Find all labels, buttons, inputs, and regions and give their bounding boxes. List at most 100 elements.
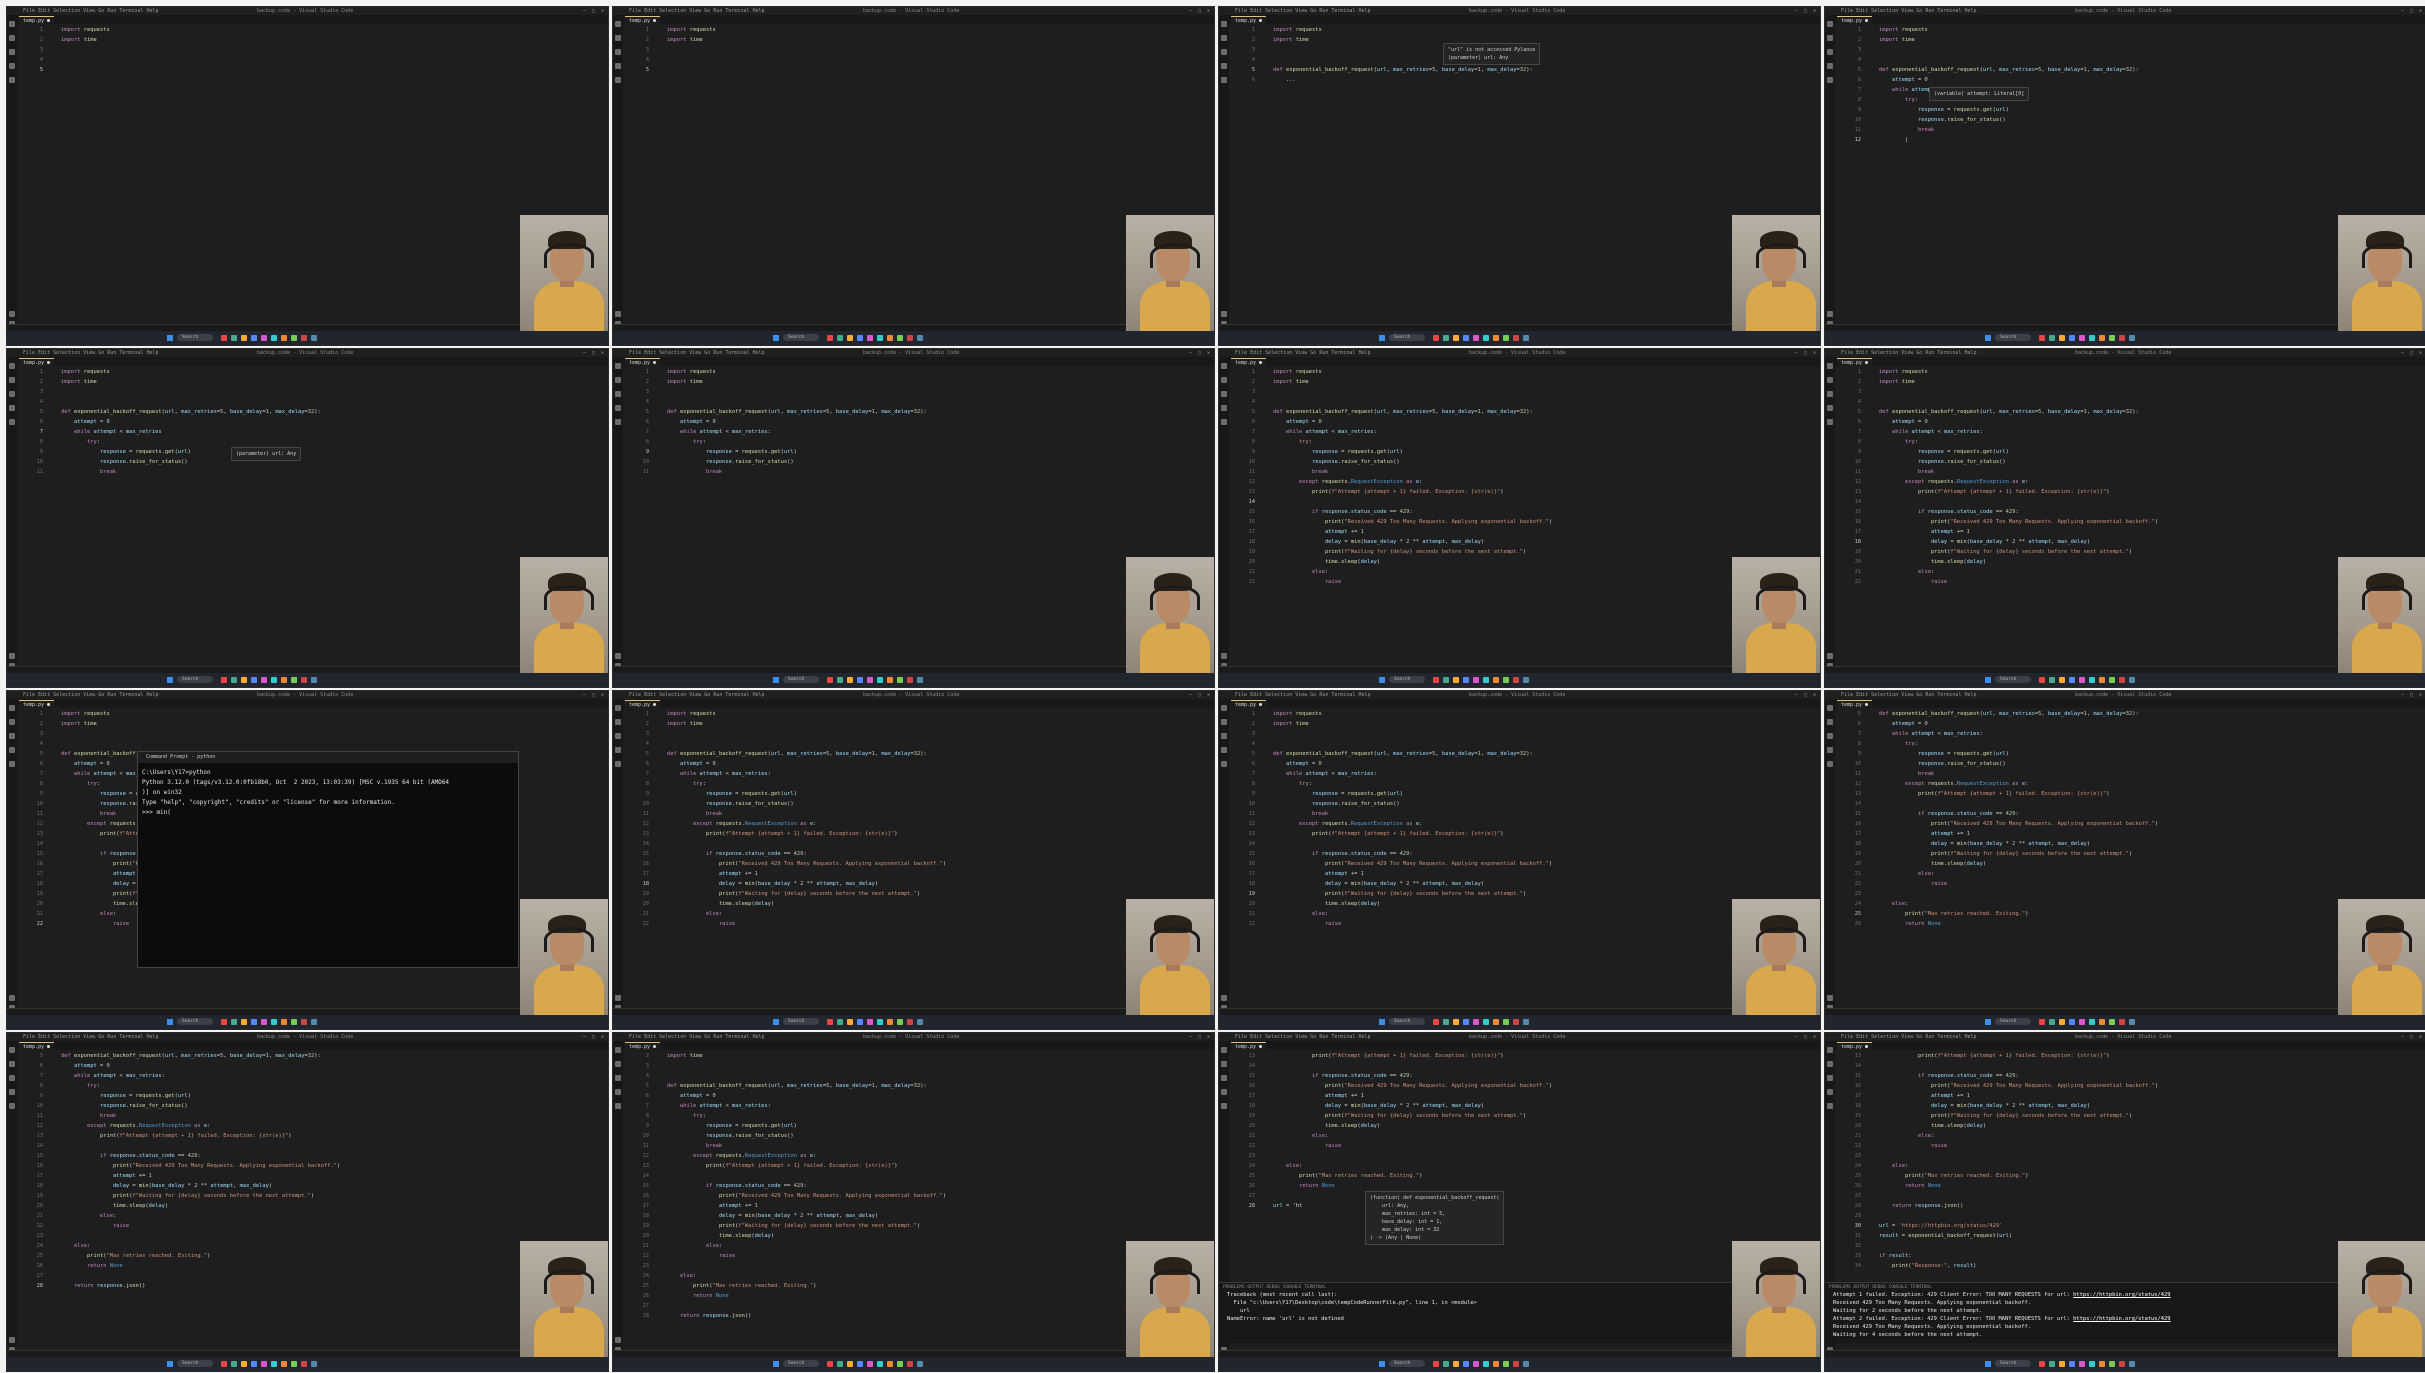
taskbar-app-icon[interactable] — [827, 335, 833, 341]
taskbar-app-icon[interactable] — [1463, 677, 1469, 683]
taskbar-app-icon[interactable] — [281, 1019, 287, 1025]
source-control-icon[interactable] — [1827, 733, 1833, 739]
taskbar-app-icon[interactable] — [281, 1361, 287, 1367]
source-control-icon[interactable] — [9, 49, 15, 55]
minimize-button[interactable]: – — [583, 8, 586, 14]
taskbar-app-icon[interactable] — [2049, 335, 2055, 341]
search-icon[interactable] — [1827, 1061, 1833, 1067]
account-icon[interactable] — [9, 1337, 15, 1343]
menu-item-file[interactable]: File — [1841, 350, 1856, 356]
explorer-icon[interactable] — [1221, 21, 1227, 27]
menu-item-selection[interactable]: Selection — [53, 692, 83, 698]
taskbar-app-icon[interactable] — [917, 335, 923, 341]
taskbar-app-icon[interactable] — [2039, 1019, 2045, 1025]
source-control-icon[interactable] — [615, 391, 621, 397]
taskbar-app-icon[interactable] — [301, 1019, 307, 1025]
maximize-button[interactable]: □ — [1198, 350, 1201, 356]
taskbar-app-icon[interactable] — [2109, 1361, 2115, 1367]
menu-item-file[interactable]: File — [1841, 8, 1856, 14]
menu-item-edit[interactable]: Edit — [1250, 350, 1265, 356]
maximize-button[interactable]: □ — [2410, 350, 2413, 356]
taskbar-app-icon[interactable] — [847, 677, 853, 683]
menu-item-selection[interactable]: Selection — [659, 350, 689, 356]
menu-item-go[interactable]: Go — [98, 692, 107, 698]
menu-item-file[interactable]: File — [23, 1034, 38, 1040]
taskbar-app-icon[interactable] — [1513, 677, 1519, 683]
menu-item-view[interactable]: View — [83, 1034, 98, 1040]
windows-start-icon[interactable] — [167, 1361, 173, 1367]
menu-item-edit[interactable]: Edit — [1856, 350, 1871, 356]
taskbar-search-box[interactable]: Search — [177, 1018, 213, 1025]
run-debug-icon[interactable] — [615, 1089, 621, 1095]
taskbar-app-icon[interactable] — [231, 1361, 237, 1367]
menu-item-help[interactable]: Help — [146, 1034, 158, 1040]
taskbar-app-icon[interactable] — [2109, 1019, 2115, 1025]
taskbar-app-icon[interactable] — [2079, 1361, 2085, 1367]
taskbar-app-icon[interactable] — [301, 677, 307, 683]
explorer-icon[interactable] — [1827, 363, 1833, 369]
taskbar-app-icon[interactable] — [311, 677, 317, 683]
menu-item-run[interactable]: Run — [713, 692, 725, 698]
taskbar-app-icon[interactable] — [1513, 1361, 1519, 1367]
taskbar-app-icon[interactable] — [271, 1361, 277, 1367]
windows-start-icon[interactable] — [773, 1019, 779, 1025]
explorer-icon[interactable] — [1827, 21, 1833, 27]
taskbar-app-icon[interactable] — [1503, 1019, 1509, 1025]
taskbar-app-icon[interactable] — [897, 677, 903, 683]
taskbar-app-icon[interactable] — [241, 1361, 247, 1367]
menu-item-go[interactable]: Go — [1916, 1034, 1925, 1040]
run-debug-icon[interactable] — [1221, 1089, 1227, 1095]
maximize-button[interactable]: □ — [2410, 692, 2413, 698]
menu-item-run[interactable]: Run — [1319, 1034, 1331, 1040]
maximize-button[interactable]: □ — [1804, 1034, 1807, 1040]
taskbar-app-icon[interactable] — [231, 677, 237, 683]
menu-item-go[interactable]: Go — [98, 1034, 107, 1040]
menu-item-view[interactable]: View — [83, 692, 98, 698]
windows-start-icon[interactable] — [1379, 335, 1385, 341]
search-icon[interactable] — [615, 377, 621, 383]
taskbar-app-icon[interactable] — [291, 335, 297, 341]
menu-item-edit[interactable]: Edit — [1856, 1034, 1871, 1040]
taskbar-app-icon[interactable] — [1483, 335, 1489, 341]
close-button[interactable]: ✕ — [601, 1034, 604, 1040]
close-button[interactable]: ✕ — [2419, 8, 2422, 14]
menu-item-help[interactable]: Help — [1358, 8, 1370, 14]
search-icon[interactable] — [1221, 35, 1227, 41]
menu-item-run[interactable]: Run — [713, 350, 725, 356]
taskbar-app-icon[interactable] — [1483, 1019, 1489, 1025]
source-control-icon[interactable] — [1827, 391, 1833, 397]
menu-item-file[interactable]: File — [629, 692, 644, 698]
maximize-button[interactable]: □ — [592, 8, 595, 14]
menu-item-run[interactable]: Run — [713, 8, 725, 14]
search-icon[interactable] — [9, 719, 15, 725]
taskbar-app-icon[interactable] — [1493, 1361, 1499, 1367]
taskbar-app-icon[interactable] — [877, 335, 883, 341]
taskbar-search-box[interactable]: Search — [177, 334, 213, 341]
taskbar-app-icon[interactable] — [887, 335, 893, 341]
taskbar-app-icon[interactable] — [1443, 335, 1449, 341]
taskbar-app-icon[interactable] — [261, 335, 267, 341]
menu-item-view[interactable]: View — [689, 692, 704, 698]
taskbar-app-icon[interactable] — [897, 1019, 903, 1025]
menu-item-help[interactable]: Help — [752, 350, 764, 356]
taskbar-app-icon[interactable] — [2039, 677, 2045, 683]
explorer-icon[interactable] — [1827, 1047, 1833, 1053]
maximize-button[interactable]: □ — [592, 1034, 595, 1040]
extensions-icon[interactable] — [615, 419, 621, 425]
menu-item-view[interactable]: View — [1295, 692, 1310, 698]
run-debug-icon[interactable] — [9, 405, 15, 411]
windows-start-icon[interactable] — [1985, 1361, 1991, 1367]
menu-item-terminal[interactable]: Terminal — [725, 692, 752, 698]
menu-item-file[interactable]: File — [629, 8, 644, 14]
taskbar-search-box[interactable]: Search — [1389, 676, 1425, 683]
taskbar-app-icon[interactable] — [2069, 335, 2075, 341]
taskbar-app-icon[interactable] — [917, 677, 923, 683]
menu-item-file[interactable]: File — [1235, 350, 1250, 356]
taskbar-app-icon[interactable] — [847, 1361, 853, 1367]
source-control-icon[interactable] — [1827, 1075, 1833, 1081]
taskbar-search-box[interactable]: Search — [783, 1018, 819, 1025]
menu-item-view[interactable]: View — [1901, 8, 1916, 14]
terminal-panel[interactable]: PROBLEMS OUTPUT DEBUG CONSOLE TERMINAL At… — [1825, 1282, 2425, 1343]
taskbar-app-icon[interactable] — [837, 335, 843, 341]
taskbar-app-icon[interactable] — [857, 335, 863, 341]
